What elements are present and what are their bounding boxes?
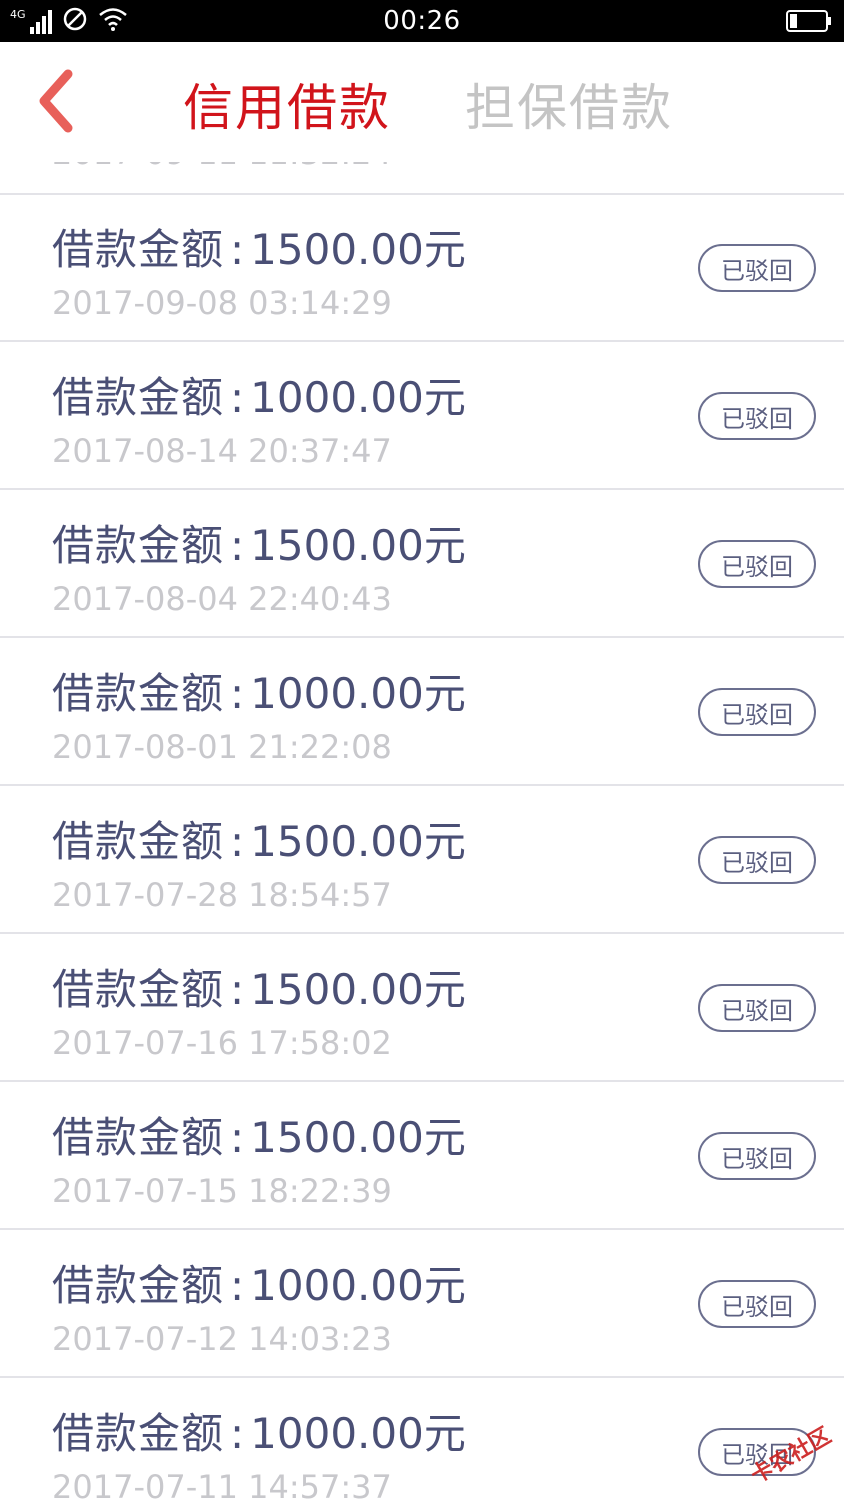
loan-row[interactable]: 借款金额:1000.00元 2017-08-14 20:37:47 已驳回 (0, 342, 844, 490)
loan-amount: 借款金额:1000.00元 (52, 1409, 466, 1458)
status-badge[interactable]: 已驳回 (698, 392, 816, 440)
status-badge[interactable]: 已驳回 (698, 1132, 816, 1180)
loan-row[interactable]: 借款金额:1500.00元 2017-07-28 18:54:57 已驳回 (0, 786, 844, 934)
back-button[interactable] (30, 66, 90, 136)
status-badge[interactable]: 已驳回 (698, 984, 816, 1032)
loan-date: 2017-09-08 03:14:29 (52, 284, 392, 322)
tab-credit-loan[interactable]: 信用借款 (183, 68, 391, 140)
loan-row[interactable]: 借款金额:1500.00元 2017-07-15 18:22:39 已驳回 (0, 1082, 844, 1230)
status-badge[interactable]: 已驳回 (698, 244, 816, 292)
loan-row[interactable]: 借款金额:1000.00元 2017-07-11 14:57:37 已驳回 (0, 1378, 844, 1500)
loan-date: 2017-07-28 18:54:57 (52, 876, 392, 914)
loan-amount: 借款金额:1500.00元 (52, 817, 466, 866)
loan-row[interactable]: 借款金额:1500.00元 2017-08-04 22:40:43 已驳回 (0, 490, 844, 638)
header: 信用借款 担保借款 (0, 42, 844, 162)
loan-row[interactable]: 借款金额:1500.00元 2017-09-08 03:14:29 已驳回 (0, 194, 844, 342)
loan-amount: 借款金额:1500.00元 (52, 1113, 466, 1162)
status-badge[interactable]: 已驳回 (698, 1280, 816, 1328)
chevron-left-icon (39, 69, 73, 133)
status-badge[interactable]: 已驳回 (698, 540, 816, 588)
loan-row[interactable]: 借款金额:1000.00元 2017-08-01 21:22:08 已驳回 (0, 638, 844, 786)
loan-amount: 借款金额:1000.00元 (52, 1261, 466, 1310)
status-badge[interactable]: 已驳回 (698, 836, 816, 884)
clock-text: 00:26 (383, 6, 461, 36)
loan-date: 2017-08-01 21:22:08 (52, 728, 392, 766)
loan-date: 2017-07-16 17:58:02 (52, 1024, 392, 1062)
loan-date: 2017-08-04 22:40:43 (52, 580, 392, 618)
loan-amount: 借款金额:1500.00元 (52, 521, 466, 570)
status-badge[interactable]: 已驳回 (698, 688, 816, 736)
loan-date: 2017-08-14 20:37:47 (52, 432, 392, 470)
status-bar: 4G 00:26 (0, 0, 844, 42)
tab-guarantee-loan[interactable]: 担保借款 (465, 68, 673, 140)
loan-row[interactable]: 借款金额:1000.00元 2017-07-12 14:03:23 已驳回 (0, 1230, 844, 1378)
loan-amount: 借款金额:1000.00元 (52, 373, 466, 422)
battery-icon (786, 10, 832, 36)
loan-list[interactable]: 2017-09-11 11:32:24 借款金额:1500.00元 2017-0… (0, 42, 844, 1500)
loan-date: 2017-07-12 14:03:23 (52, 1320, 392, 1358)
loan-amount: 借款金额:1000.00元 (52, 669, 466, 718)
loan-date: 2017-07-11 14:57:37 (52, 1468, 392, 1500)
loan-amount: 借款金额:1500.00元 (52, 965, 466, 1014)
loan-row[interactable]: 借款金额:1500.00元 2017-07-16 17:58:02 已驳回 (0, 934, 844, 1082)
loan-date: 2017-07-15 18:22:39 (52, 1172, 392, 1210)
loan-amount: 借款金额:1500.00元 (52, 225, 466, 274)
